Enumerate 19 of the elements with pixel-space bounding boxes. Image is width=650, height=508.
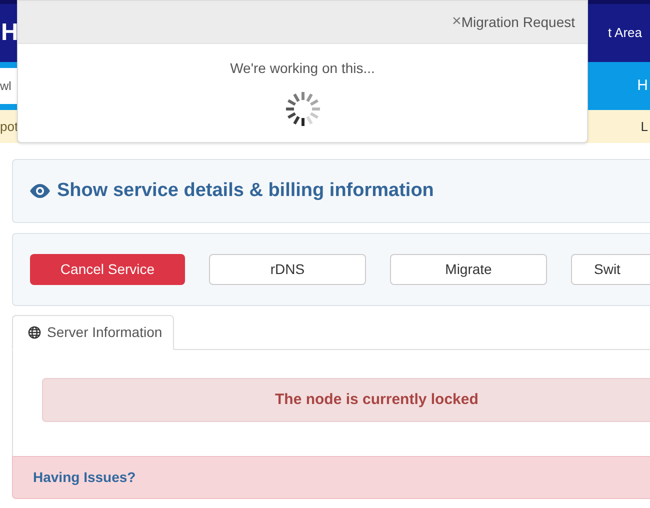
globe-icon [28,326,41,339]
notice-text: pot [0,118,18,136]
action-button[interactable]: Cancel Service [30,254,185,285]
action-button[interactable]: Swit [571,254,650,285]
alert-message: The node is currently locked [275,390,478,410]
nav-link[interactable]: t Area [608,23,642,43]
search-field[interactable]: wl [0,68,17,104]
tab[interactable]: Server Information [12,315,174,350]
details-panel[interactable]: Show service details & billing information [12,159,650,223]
dialog-title: Migration Request [461,12,575,32]
status-message: We're working on this... [230,59,375,78]
notice-text: L [640,118,648,136]
details-toggle-label: Show service details & billing information [57,178,434,203]
close-button[interactable]: × [452,10,462,34]
action-button[interactable]: Migrate [390,254,547,285]
logo: H [1,21,18,45]
eye-icon [29,184,51,198]
action-button[interactable]: rDNS [209,254,366,285]
issues-link[interactable]: Having Issues? [33,467,136,488]
